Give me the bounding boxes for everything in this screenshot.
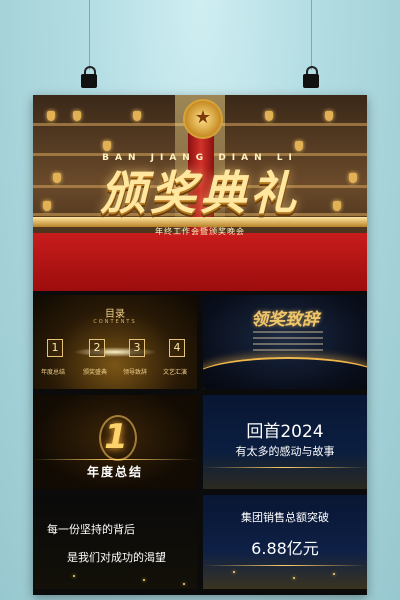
contents-number: 4: [169, 339, 185, 357]
light-line: [33, 459, 197, 460]
sales-figure: 6.88亿元: [251, 539, 319, 558]
contents-title: 目录: [105, 309, 125, 320]
sparkle: [333, 573, 335, 575]
sparkle: [233, 571, 235, 573]
review-heading: 回首2024: [246, 422, 324, 442]
sparkle: [183, 583, 185, 585]
trophy-icon: [103, 141, 111, 151]
contents-number: 1: [47, 339, 63, 357]
chapter-number: 1: [104, 417, 128, 457]
text-line: [253, 349, 323, 351]
slide-ceremony: 领奖致辞: [203, 295, 367, 389]
contents-item-label: 文艺汇演: [162, 369, 187, 376]
slide-persistence: 每一份坚持的背后 是我们对成功的渴望: [33, 495, 197, 589]
persistence-line-2: 是我们对成功的渴望: [67, 551, 166, 564]
hanging-wire-right: [311, 0, 312, 70]
hero-title: 颁奖典礼: [100, 166, 300, 220]
hero-subtitle: 年终工作会暨颁奖晚会: [155, 227, 245, 236]
text-line: [253, 331, 323, 333]
hanging-wire-left: [89, 0, 90, 70]
trophy-icon: [265, 111, 273, 121]
sales-caption: 集团销售总额突破: [241, 511, 329, 524]
ceremony-title: 领奖致辞: [251, 310, 319, 330]
contents-number: 3: [129, 339, 145, 357]
trophy-icon: [325, 111, 333, 121]
contents-item-label: 颁奖盛典: [82, 369, 107, 376]
poster: ★ BAN JIANG DIAN LI 颁奖典礼 年终工作会暨颁奖晚会 目录 C…: [33, 95, 367, 595]
trophy-icon: [47, 111, 55, 121]
binder-clip-left-icon: [81, 66, 97, 88]
contents-subtitle: CONTENTS: [93, 319, 137, 325]
slide-sales: 集团销售总额突破 6.88亿元: [203, 495, 367, 589]
text-line: [253, 337, 323, 339]
sparkle: [73, 575, 75, 577]
medal-icon: ★: [183, 99, 223, 139]
slide-annual-summary: 1 年度总结: [33, 395, 197, 489]
hero-banner: ★ BAN JIANG DIAN LI 颁奖典礼 年终工作会暨颁奖晚会: [33, 95, 367, 291]
binder-clip-right-icon: [303, 66, 319, 88]
contents-number: 2: [89, 339, 105, 357]
contents-item-label: 年度总结: [40, 369, 65, 376]
slide-review: 回首2024 有太多的感动与故事: [203, 395, 367, 489]
trophy-icon: [133, 111, 141, 121]
sparkle: [143, 579, 145, 581]
red-carpet: [33, 233, 367, 291]
trophy-icon: [295, 141, 303, 151]
chapter-title: 年度总结: [86, 465, 143, 479]
light-line: [203, 467, 367, 468]
sparkle: [293, 577, 295, 579]
persistence-line-1: 每一份坚持的背后: [47, 523, 135, 536]
text-line: [253, 343, 323, 345]
slide-contents: 目录 CONTENTS 1 2 3 4 年度总结 颁奖盛典 领导致辞 文艺汇演: [33, 295, 197, 389]
gold-swoosh: [203, 357, 367, 389]
light-line: [203, 565, 367, 566]
trophy-icon: [73, 111, 81, 121]
review-text: 有太多的感动与故事: [235, 445, 335, 458]
contents-item-label: 领导致辞: [122, 369, 147, 376]
